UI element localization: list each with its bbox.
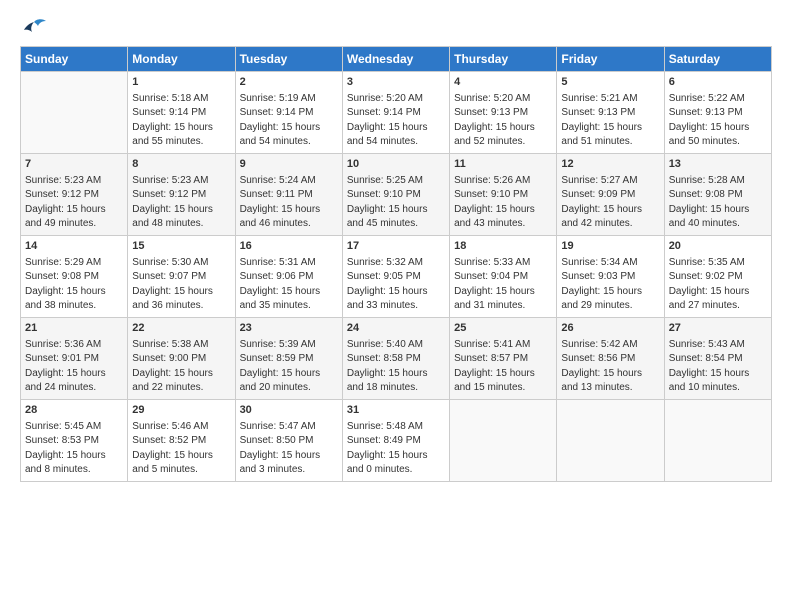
header-row — [20, 18, 772, 40]
day-number: 11 — [454, 157, 552, 173]
day-number: 3 — [347, 75, 445, 91]
calendar-cell: 7Sunrise: 5:23 AMSunset: 9:12 PMDaylight… — [21, 153, 128, 235]
day-number: 30 — [240, 403, 338, 419]
day-number: 31 — [347, 403, 445, 419]
calendar-cell: 4Sunrise: 5:20 AMSunset: 9:13 PMDaylight… — [450, 72, 557, 154]
day-number: 26 — [561, 321, 659, 337]
day-number: 2 — [240, 75, 338, 91]
day-number: 29 — [132, 403, 230, 419]
day-number: 27 — [669, 321, 767, 337]
calendar-cell — [21, 72, 128, 154]
calendar-cell: 29Sunrise: 5:46 AMSunset: 8:52 PMDayligh… — [128, 399, 235, 481]
calendar-cell: 27Sunrise: 5:43 AMSunset: 8:54 PMDayligh… — [664, 317, 771, 399]
day-number: 14 — [25, 239, 123, 255]
calendar-cell: 16Sunrise: 5:31 AMSunset: 9:06 PMDayligh… — [235, 235, 342, 317]
calendar-cell: 17Sunrise: 5:32 AMSunset: 9:05 PMDayligh… — [342, 235, 449, 317]
day-number: 5 — [561, 75, 659, 91]
calendar-cell: 19Sunrise: 5:34 AMSunset: 9:03 PMDayligh… — [557, 235, 664, 317]
calendar-cell: 24Sunrise: 5:40 AMSunset: 8:58 PMDayligh… — [342, 317, 449, 399]
calendar-cell: 22Sunrise: 5:38 AMSunset: 9:00 PMDayligh… — [128, 317, 235, 399]
logo — [20, 18, 52, 40]
day-number: 6 — [669, 75, 767, 91]
week-row-1: 1Sunrise: 5:18 AMSunset: 9:14 PMDaylight… — [21, 72, 772, 154]
day-number: 21 — [25, 321, 123, 337]
calendar-cell: 1Sunrise: 5:18 AMSunset: 9:14 PMDaylight… — [128, 72, 235, 154]
calendar-cell: 10Sunrise: 5:25 AMSunset: 9:10 PMDayligh… — [342, 153, 449, 235]
col-header-thursday: Thursday — [450, 47, 557, 72]
day-number: 1 — [132, 75, 230, 91]
calendar-cell: 26Sunrise: 5:42 AMSunset: 8:56 PMDayligh… — [557, 317, 664, 399]
week-row-2: 7Sunrise: 5:23 AMSunset: 9:12 PMDaylight… — [21, 153, 772, 235]
day-number: 13 — [669, 157, 767, 173]
logo-icon — [20, 18, 48, 40]
calendar-cell: 18Sunrise: 5:33 AMSunset: 9:04 PMDayligh… — [450, 235, 557, 317]
calendar-cell: 25Sunrise: 5:41 AMSunset: 8:57 PMDayligh… — [450, 317, 557, 399]
calendar-cell — [664, 399, 771, 481]
day-number: 17 — [347, 239, 445, 255]
day-number: 24 — [347, 321, 445, 337]
col-header-monday: Monday — [128, 47, 235, 72]
day-number: 12 — [561, 157, 659, 173]
calendar-cell: 31Sunrise: 5:48 AMSunset: 8:49 PMDayligh… — [342, 399, 449, 481]
day-number: 20 — [669, 239, 767, 255]
day-number: 10 — [347, 157, 445, 173]
calendar-cell: 20Sunrise: 5:35 AMSunset: 9:02 PMDayligh… — [664, 235, 771, 317]
calendar-cell — [450, 399, 557, 481]
day-number: 25 — [454, 321, 552, 337]
day-number: 28 — [25, 403, 123, 419]
day-number: 19 — [561, 239, 659, 255]
day-number: 18 — [454, 239, 552, 255]
calendar-cell: 9Sunrise: 5:24 AMSunset: 9:11 PMDaylight… — [235, 153, 342, 235]
day-number: 9 — [240, 157, 338, 173]
calendar-cell: 23Sunrise: 5:39 AMSunset: 8:59 PMDayligh… — [235, 317, 342, 399]
calendar-cell: 21Sunrise: 5:36 AMSunset: 9:01 PMDayligh… — [21, 317, 128, 399]
day-number: 15 — [132, 239, 230, 255]
calendar-cell: 14Sunrise: 5:29 AMSunset: 9:08 PMDayligh… — [21, 235, 128, 317]
col-header-wednesday: Wednesday — [342, 47, 449, 72]
calendar-cell: 5Sunrise: 5:21 AMSunset: 9:13 PMDaylight… — [557, 72, 664, 154]
calendar-cell: 8Sunrise: 5:23 AMSunset: 9:12 PMDaylight… — [128, 153, 235, 235]
day-number: 7 — [25, 157, 123, 173]
day-number: 4 — [454, 75, 552, 91]
calendar-cell: 13Sunrise: 5:28 AMSunset: 9:08 PMDayligh… — [664, 153, 771, 235]
calendar-cell: 3Sunrise: 5:20 AMSunset: 9:14 PMDaylight… — [342, 72, 449, 154]
header-row-days: SundayMondayTuesdayWednesdayThursdayFrid… — [21, 47, 772, 72]
week-row-4: 21Sunrise: 5:36 AMSunset: 9:01 PMDayligh… — [21, 317, 772, 399]
day-number: 22 — [132, 321, 230, 337]
week-row-3: 14Sunrise: 5:29 AMSunset: 9:08 PMDayligh… — [21, 235, 772, 317]
day-number: 23 — [240, 321, 338, 337]
col-header-friday: Friday — [557, 47, 664, 72]
calendar-cell: 15Sunrise: 5:30 AMSunset: 9:07 PMDayligh… — [128, 235, 235, 317]
day-number: 16 — [240, 239, 338, 255]
calendar-cell: 6Sunrise: 5:22 AMSunset: 9:13 PMDaylight… — [664, 72, 771, 154]
col-header-tuesday: Tuesday — [235, 47, 342, 72]
day-number: 8 — [132, 157, 230, 173]
calendar-table: SundayMondayTuesdayWednesdayThursdayFrid… — [20, 46, 772, 482]
calendar-cell: 28Sunrise: 5:45 AMSunset: 8:53 PMDayligh… — [21, 399, 128, 481]
calendar-cell: 2Sunrise: 5:19 AMSunset: 9:14 PMDaylight… — [235, 72, 342, 154]
calendar-cell: 30Sunrise: 5:47 AMSunset: 8:50 PMDayligh… — [235, 399, 342, 481]
calendar-cell: 11Sunrise: 5:26 AMSunset: 9:10 PMDayligh… — [450, 153, 557, 235]
main-container: SundayMondayTuesdayWednesdayThursdayFrid… — [0, 0, 792, 492]
col-header-sunday: Sunday — [21, 47, 128, 72]
week-row-5: 28Sunrise: 5:45 AMSunset: 8:53 PMDayligh… — [21, 399, 772, 481]
calendar-cell — [557, 399, 664, 481]
col-header-saturday: Saturday — [664, 47, 771, 72]
calendar-cell: 12Sunrise: 5:27 AMSunset: 9:09 PMDayligh… — [557, 153, 664, 235]
